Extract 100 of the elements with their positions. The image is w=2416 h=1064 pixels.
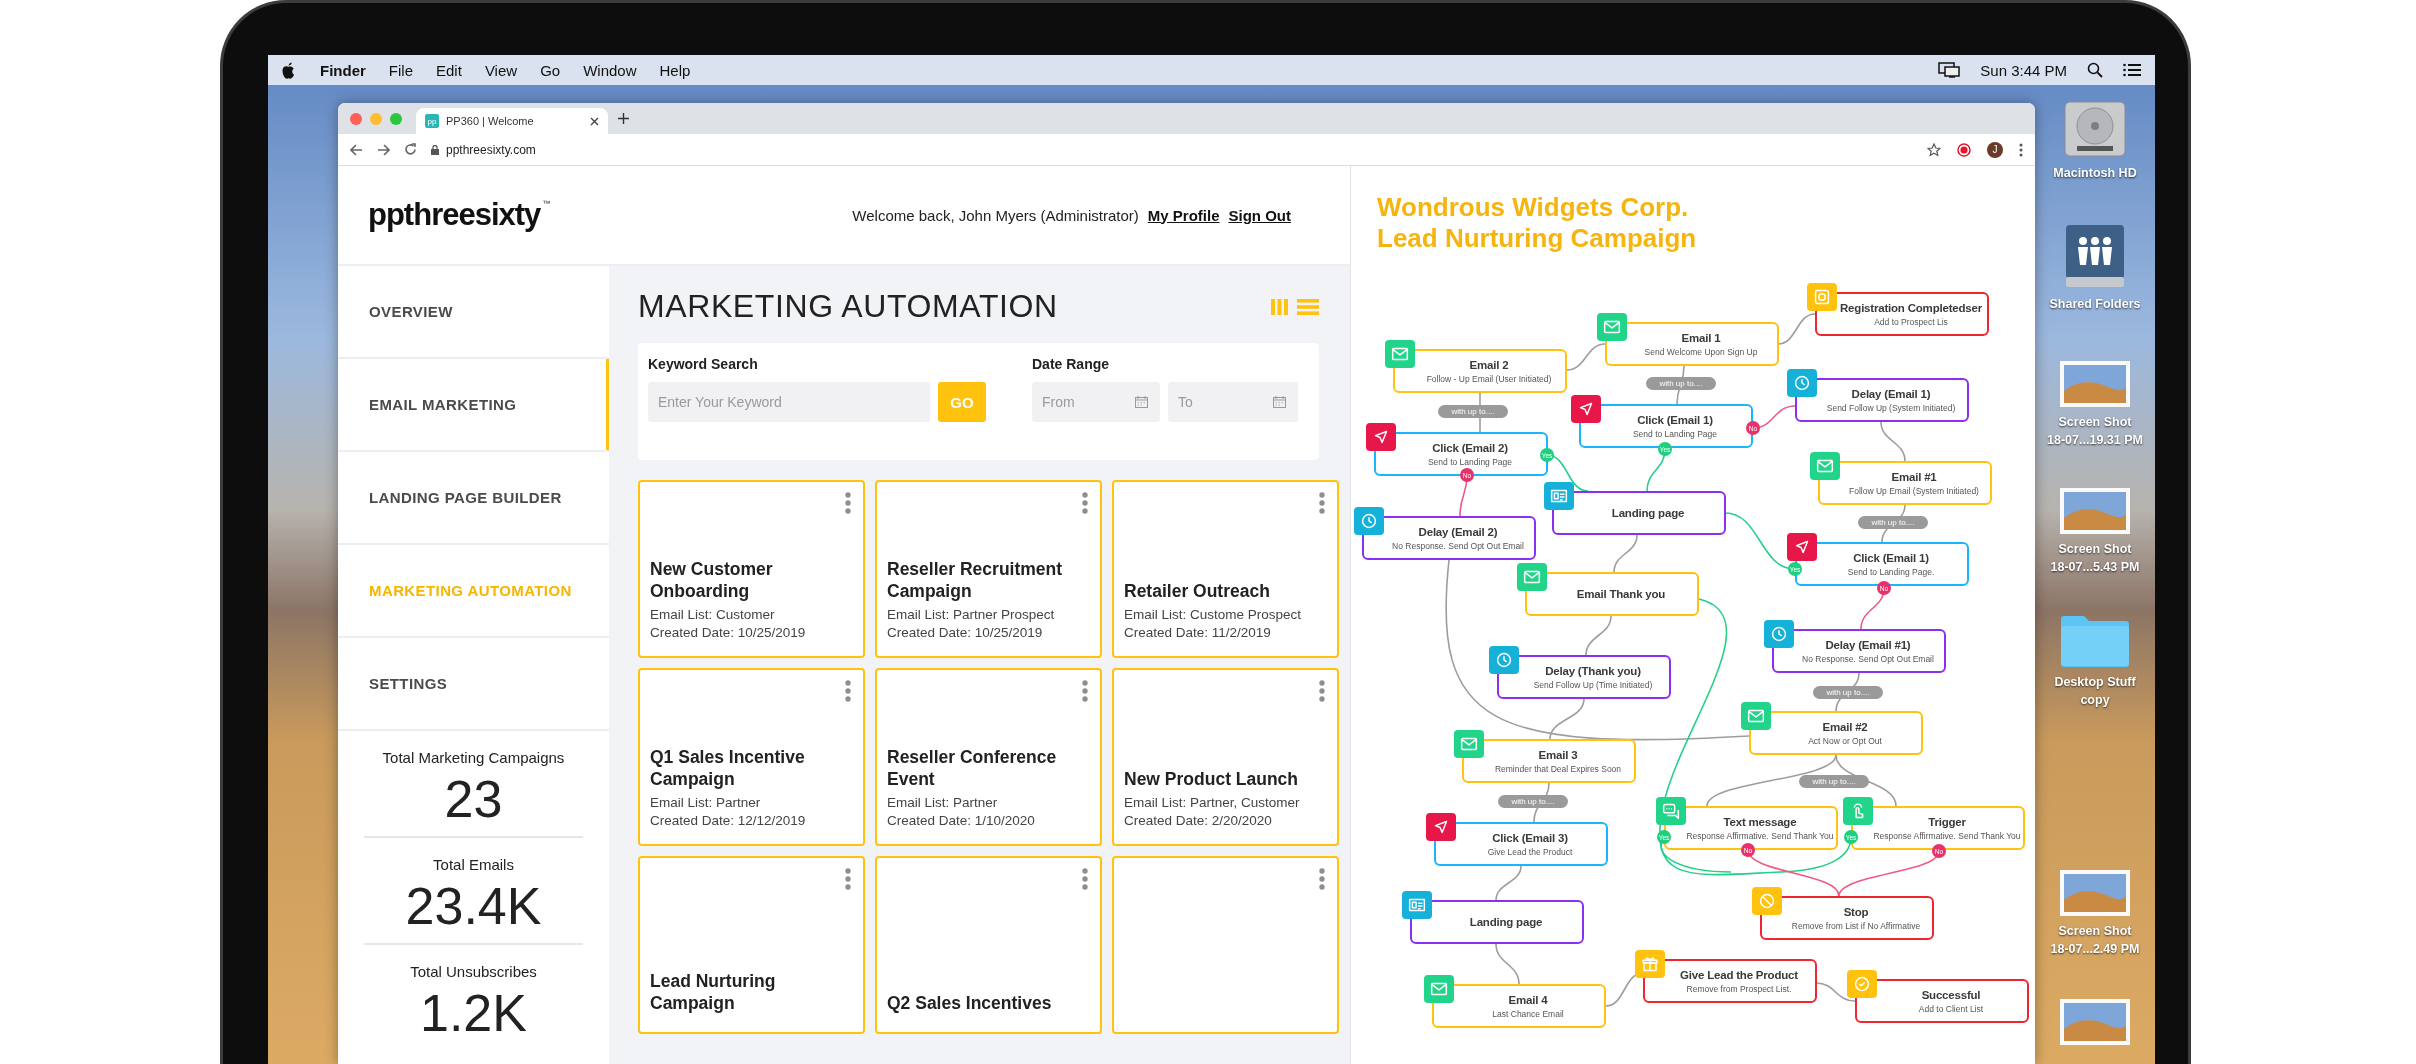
shared-folder-icon[interactable] — [2064, 223, 2126, 289]
connector-label: with up to.... — [1799, 775, 1869, 788]
campaign-card[interactable]: Retailer Outreach Email List: Custome Prospect Created Date: 11/2/2019 — [1112, 480, 1339, 658]
flow-node[interactable]: Delay (Email #1) No Response. Send Opt Out Email — [1772, 629, 1946, 673]
envelope-icon — [1385, 340, 1415, 368]
image-thumbnail-icon[interactable] — [2060, 488, 2130, 534]
forward-icon[interactable] — [377, 143, 390, 156]
record-icon[interactable] — [1957, 142, 1971, 157]
kebab-menu-icon[interactable] — [845, 492, 851, 514]
menu-item[interactable]: File — [388, 61, 413, 79]
flow-node[interactable]: Landing page — [1552, 491, 1726, 535]
calendar-icon[interactable] — [1273, 396, 1286, 408]
folder-icon[interactable] — [2059, 613, 2131, 667]
stat-value: 23 — [444, 770, 503, 828]
close-window-button[interactable] — [350, 112, 362, 125]
reload-icon[interactable] — [404, 143, 417, 156]
menu-item[interactable]: Edit — [436, 61, 462, 79]
menu-item[interactable]: View — [484, 61, 518, 79]
star-icon[interactable] — [1927, 142, 1941, 157]
flow-node[interactable]: Email #1 Follow Up Email (System Initiated) — [1818, 461, 1992, 505]
campaign-card[interactable]: Lead Nurturing Campaign — [638, 856, 865, 1034]
node-title: Email 4 — [1508, 993, 1548, 1006]
profile-avatar[interactable]: J — [1987, 141, 2003, 158]
flow-node[interactable]: Stop Remove from List if No Affirmative — [1760, 896, 1934, 940]
flow-node[interactable]: Email 2 Follow - Up Email (User Initiated) — [1393, 349, 1567, 393]
connector-line — [1880, 421, 1906, 462]
image-thumbnail-icon[interactable] — [2060, 999, 2130, 1045]
menu-item[interactable]: Help — [659, 61, 691, 79]
flow-node[interactable]: Email 4 Last Chance Email — [1432, 984, 1606, 1028]
calendar-icon[interactable] — [1135, 396, 1148, 408]
new-tab-icon[interactable] — [618, 113, 629, 124]
favicon: pp — [425, 114, 439, 128]
kebab-menu-icon[interactable] — [1082, 868, 1088, 890]
kebab-menu-icon[interactable] — [1082, 680, 1088, 702]
flow-node[interactable]: Click (Email 3) Give Lead the Product — [1434, 822, 1608, 866]
envelope-icon — [1810, 452, 1840, 480]
browser-tab[interactable]: pp PP360 | Welcome — [416, 108, 608, 134]
node-title: Give Lead the Product — [1680, 968, 1798, 981]
node-title: Delay (Email 2) — [1418, 525, 1498, 538]
connector-line — [1566, 343, 1606, 371]
flow-node[interactable]: Email Thank you — [1525, 572, 1699, 616]
app-menu[interactable]: Finder — [320, 61, 366, 79]
kebab-menu-icon[interactable] — [1319, 680, 1325, 702]
from-date-field[interactable]: From — [1032, 382, 1160, 422]
to-date-field[interactable]: To — [1168, 382, 1298, 422]
campaign-card[interactable]: Q1 Sales Incentive Campaign Email List: Partner Created Date: 12/12/2019 — [638, 668, 865, 846]
menu-item[interactable]: Window — [583, 61, 637, 79]
flow-node[interactable]: Email 1 Send Welcome Upon Sign Up — [1605, 322, 1779, 366]
flow-node[interactable]: Delay (Thank you) Send Follow Up (Time Initiated) — [1497, 655, 1671, 699]
kebab-menu-icon[interactable] — [1319, 868, 1325, 890]
campaign-card[interactable]: New Customer Onboarding Email List: Customer Created Date: 10/25/2019 — [638, 480, 865, 658]
list-icon[interactable] — [2123, 63, 2141, 77]
node-title: Click (Email 1) — [1637, 413, 1713, 426]
clock-icon — [1787, 369, 1817, 397]
flow-node[interactable]: Registration Completedser Add to Prospect Lis — [1815, 292, 1989, 336]
node-title: Delay (Thank you) — [1545, 664, 1641, 677]
drive-icon[interactable] — [2063, 100, 2127, 158]
cursor-icon — [1571, 395, 1601, 423]
zoom-window-button[interactable] — [390, 112, 402, 125]
campaign-card[interactable]: Reseller Conference Event Email List: Partner Created Date: 1/10/2020 — [875, 668, 1102, 846]
close-icon[interactable] — [590, 116, 599, 126]
campaign-card[interactable]: Reseller Recruitment Campaign Email List: Partner Prospect Created Date: 10/25/2019 — [875, 480, 1102, 658]
flow-node[interactable]: Delay (Email 2) No Response. Send Opt Out Email — [1362, 516, 1536, 560]
back-icon[interactable] — [350, 143, 363, 156]
kebab-menu-icon[interactable] — [1082, 492, 1088, 514]
keyword-input[interactable]: Enter Your Keyword — [648, 382, 930, 422]
menu-item[interactable]: Go — [540, 61, 561, 79]
node-title: Email #2 — [1822, 720, 1868, 733]
search-icon[interactable] — [2087, 62, 2103, 78]
stat-value: 1.2K — [420, 984, 527, 1042]
flow-node[interactable]: Landing page — [1410, 900, 1584, 944]
node-title: Click (Email 1) — [1853, 551, 1929, 564]
kebab-menu-icon[interactable] — [2019, 142, 2023, 157]
campaign-card[interactable]: New Product Launch Email List: Partner, Customer Created Date: 2/20/2020 — [1112, 668, 1339, 846]
node-subtitle: Send to Landing Page — [1427, 456, 1513, 467]
clock-icon — [1489, 646, 1519, 674]
flow-node[interactable]: Successful Add to Client List — [1855, 979, 2029, 1023]
kebab-menu-icon[interactable] — [845, 680, 851, 702]
flow-node[interactable]: Email 3 Reminder that Deal Expires Soon — [1462, 739, 1636, 783]
address-field[interactable]: ppthreesixty.com — [431, 137, 1913, 162]
kebab-menu-icon[interactable] — [845, 868, 851, 890]
image-thumbnail-icon[interactable] — [2060, 361, 2130, 407]
campaign-card[interactable]: Q2 Sales Incentives — [875, 856, 1102, 1034]
chat-icon — [1656, 797, 1686, 825]
kebab-menu-icon[interactable] — [1319, 492, 1325, 514]
flow-node[interactable]: Delay (Email 1) Send Follow Up (System Initiated) — [1795, 378, 1969, 422]
display-icon[interactable] — [1938, 62, 1961, 78]
clock-icon — [1764, 620, 1794, 648]
apple-icon[interactable] — [280, 60, 297, 80]
sign-out-link[interactable]: Sign Out — [1228, 206, 1291, 224]
flow-node[interactable]: Give Lead the Product Remove from Prospect List. — [1643, 959, 1817, 1003]
target-icon — [1807, 283, 1837, 311]
flow-node[interactable]: Email #2 Act Now or Opt Out — [1749, 711, 1923, 755]
menu-bar-clock[interactable]: Sun 3:44 PM — [1980, 61, 2067, 79]
node-subtitle: Remove from Prospect List. — [1686, 983, 1792, 994]
connector-line — [1815, 982, 1856, 1002]
node-subtitle: Response Affirmative. Send Thank You — [1686, 830, 1834, 841]
cursor-icon — [1366, 423, 1396, 451]
profile-link[interactable]: My Profile — [1147, 206, 1220, 224]
image-thumbnail-icon[interactable] — [2060, 870, 2130, 916]
